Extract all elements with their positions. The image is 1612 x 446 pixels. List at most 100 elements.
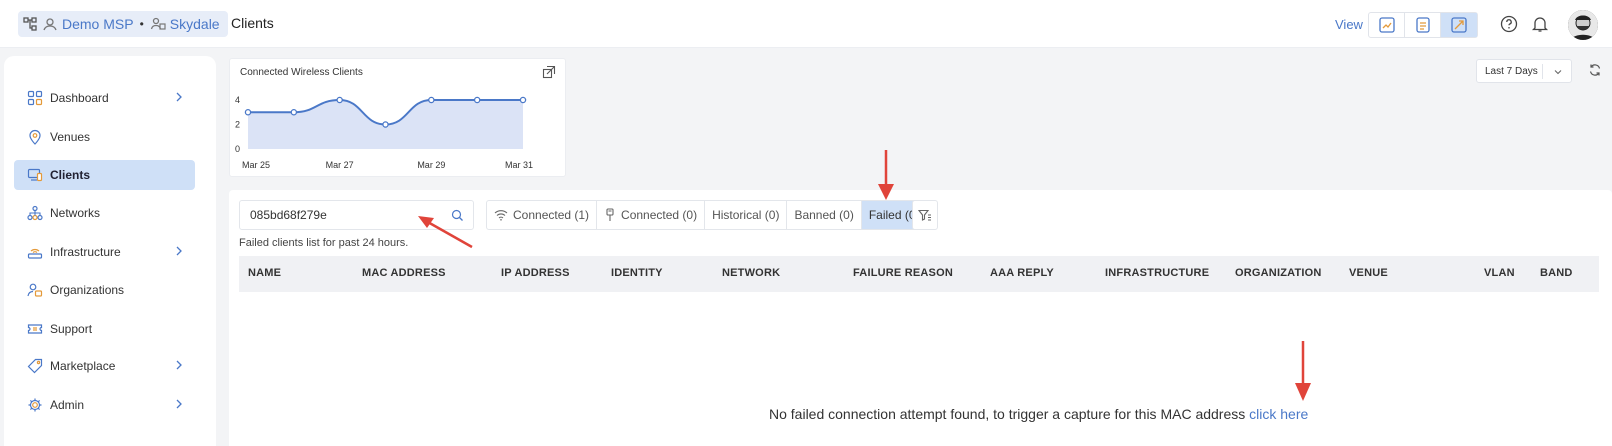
client-status-tabs: Connected (1) Connected (0) Historical (…: [486, 200, 928, 230]
y-tick-label: 4: [235, 95, 240, 105]
y-tick-label: 0: [235, 144, 240, 154]
bell-icon[interactable]: [1530, 14, 1550, 34]
chevron-right-icon: [173, 91, 185, 106]
tenant-icon: [150, 16, 166, 32]
sidebar-item-venues[interactable]: Venues: [14, 122, 195, 152]
tenant-link[interactable]: Skydale: [170, 16, 220, 32]
networks-icon: [26, 204, 44, 222]
data-point[interactable]: [473, 96, 481, 104]
location-pin-icon: [26, 128, 44, 146]
chevron-right-icon: [173, 359, 185, 374]
help-icon[interactable]: [1499, 14, 1519, 34]
wireless-clients-chart-card: Connected Wireless Clients 0 2 4 Mar 25 Mar …: [229, 58, 566, 177]
column-header[interactable]: ORGANIZATION: [1235, 267, 1322, 279]
sidebar-item-label: Marketplace: [50, 359, 116, 373]
refresh-icon[interactable]: [1588, 63, 1602, 82]
date-range-value: Last 7 Days: [1485, 65, 1538, 77]
chevron-down-icon: [1553, 67, 1563, 80]
search-input[interactable]: [250, 208, 440, 222]
sidebar-item-infrastructure[interactable]: Infrastructure: [14, 237, 195, 267]
sidebar-item-marketplace[interactable]: Marketplace: [14, 351, 195, 381]
page-title: Clients: [231, 15, 274, 31]
org-tree-icon[interactable]: [22, 16, 38, 32]
tab-historical[interactable]: Historical (0): [705, 201, 788, 229]
column-header[interactable]: FAILURE REASON: [853, 267, 953, 279]
user-avatar[interactable]: [1568, 10, 1598, 40]
config-icon: [1451, 17, 1467, 33]
organizations-icon: [26, 281, 44, 299]
column-header[interactable]: BAND: [1540, 267, 1573, 279]
sidebar-item-label: Admin: [50, 398, 85, 412]
select-divider: [1542, 64, 1543, 79]
x-tick-label: Mar 25: [242, 160, 270, 170]
failed-list-hint: Failed clients list for past 24 hours.: [239, 237, 409, 249]
data-point[interactable]: [382, 121, 389, 128]
report-icon: [1415, 17, 1430, 33]
empty-state: No failed connection attempt found, to t…: [769, 406, 1308, 422]
x-tick-label: Mar 27: [326, 160, 354, 170]
view-analytics-button[interactable]: [1369, 13, 1405, 37]
column-header[interactable]: AAA REPLY: [990, 267, 1054, 279]
tab-connected-wired[interactable]: Connected (0): [597, 201, 706, 229]
sidebar-item-organizations[interactable]: Organizations: [14, 275, 195, 305]
column-filter-button[interactable]: [912, 200, 938, 230]
sidebar-item-label: Organizations: [50, 283, 125, 297]
data-point[interactable]: [519, 96, 527, 104]
column-header[interactable]: INFRASTRUCTURE: [1105, 267, 1209, 279]
sidebar-item-label: Networks: [50, 206, 101, 220]
top-bar: Demo MSP • Skydale Clients View: [0, 0, 1612, 48]
data-point[interactable]: [290, 109, 298, 116]
column-header[interactable]: IP ADDRESS: [501, 267, 570, 279]
area-chart: 0 2 4 Mar 25 Mar 27 Mar 29 Mar 31: [235, 95, 533, 170]
date-range-select[interactable]: Last 7 Days: [1476, 59, 1572, 83]
data-point[interactable]: [428, 96, 435, 104]
org-breadcrumb: Demo MSP • Skydale: [18, 11, 228, 37]
data-point[interactable]: [244, 109, 252, 116]
y-tick-label: 2: [235, 120, 240, 130]
annotation-arrow-click-here: [1295, 341, 1311, 401]
tab-label: Connected (1): [513, 208, 590, 222]
sidebar-item-label: Venues: [50, 130, 91, 144]
analytics-icon: [1378, 17, 1395, 33]
column-header[interactable]: IDENTITY: [611, 267, 663, 279]
column-header[interactable]: NETWORK: [722, 267, 780, 279]
tab-banned[interactable]: Banned (0): [787, 201, 862, 229]
msp-icon: [42, 16, 58, 32]
ethernet-plug-icon: [606, 208, 614, 221]
sidebar: Dashboard Venues Clients Networks Infras…: [4, 56, 216, 446]
data-point[interactable]: [336, 96, 343, 104]
sidebar-item-networks[interactable]: Networks: [14, 198, 195, 228]
wifi-router-icon: [26, 243, 44, 261]
sidebar-item-support[interactable]: Support: [14, 314, 195, 344]
column-header[interactable]: NAME: [248, 267, 281, 279]
view-switcher: [1368, 12, 1478, 38]
sidebar-item-admin[interactable]: Admin: [14, 390, 195, 420]
filter-icon: [918, 209, 931, 221]
tab-label: Historical (0): [712, 208, 780, 222]
column-header[interactable]: VLAN: [1484, 267, 1515, 279]
gear-icon: [26, 396, 44, 414]
sidebar-item-dashboard[interactable]: Dashboard: [14, 83, 195, 113]
annotation-arrow-failed-tab: [878, 150, 894, 200]
sidebar-item-clients[interactable]: Clients: [14, 160, 195, 190]
tag-icon: [26, 357, 44, 375]
table-header: NAME MAC ADDRESS IP ADDRESS IDENTITY NET…: [239, 256, 1599, 292]
tab-connected-wireless[interactable]: Connected (1): [487, 201, 598, 229]
chevron-right-icon: [173, 398, 185, 413]
chevron-right-icon: [173, 245, 185, 260]
empty-state-message: No failed connection attempt found, to t…: [769, 406, 1246, 422]
x-tick-label: Mar 31: [505, 160, 533, 170]
org-link[interactable]: Demo MSP: [62, 16, 134, 32]
tab-label: Banned (0): [794, 208, 854, 222]
view-label: View: [1335, 17, 1363, 32]
dashboard-icon: [26, 89, 44, 107]
trigger-capture-link[interactable]: click here: [1249, 406, 1308, 422]
breadcrumb-separator: •: [139, 17, 144, 31]
x-tick-label: Mar 29: [417, 160, 445, 170]
view-report-button[interactable]: [1405, 13, 1441, 37]
column-header[interactable]: VENUE: [1349, 267, 1388, 279]
sidebar-item-label: Infrastructure: [50, 245, 121, 259]
column-header[interactable]: MAC ADDRESS: [362, 267, 446, 279]
view-config-button[interactable]: [1441, 13, 1477, 37]
tab-label: Connected (0): [621, 208, 698, 222]
